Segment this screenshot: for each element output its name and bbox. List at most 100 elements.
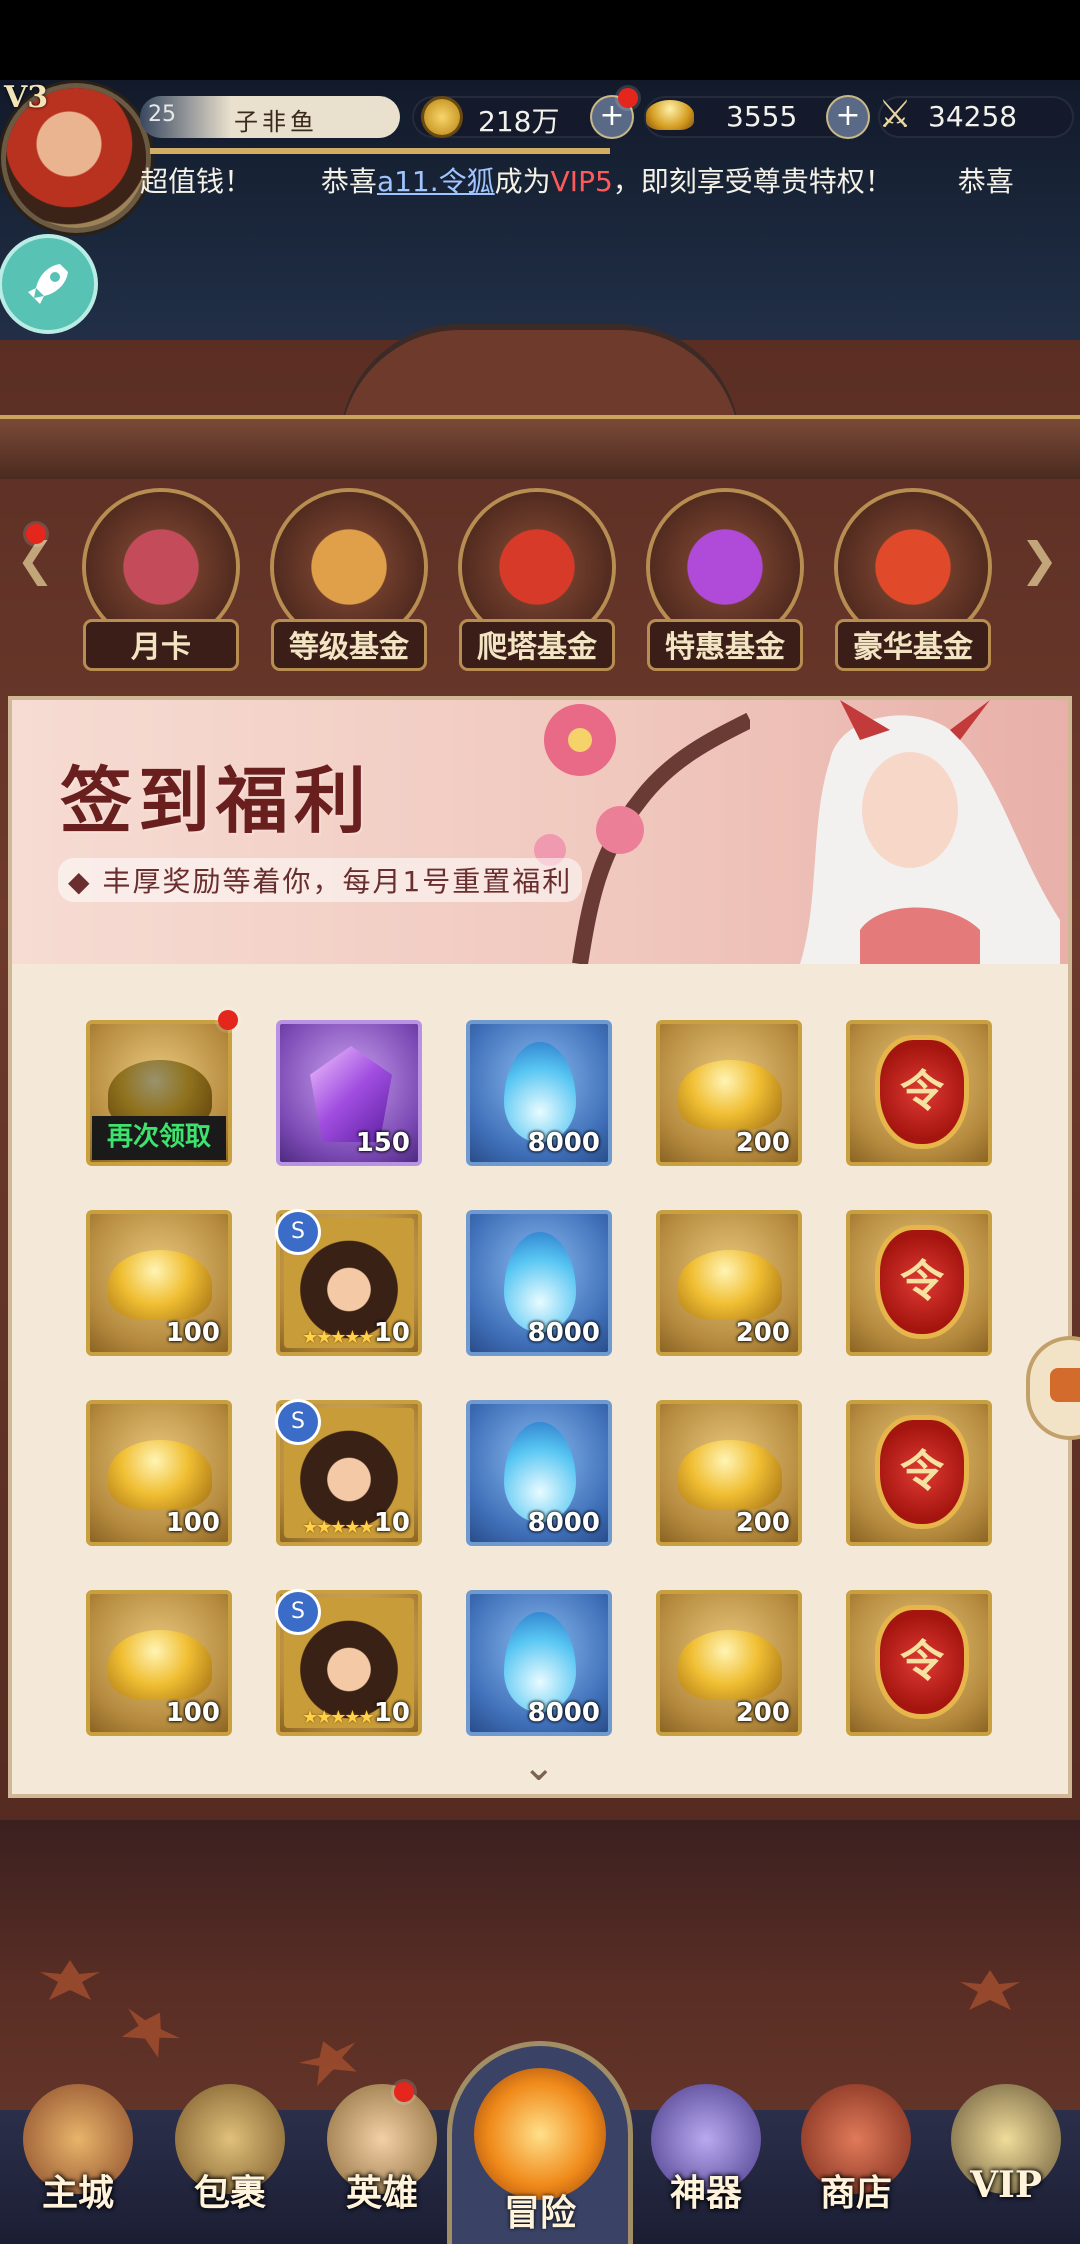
- hero-rank-badge: S: [278, 1212, 318, 1252]
- tab-special-fund[interactable]: 特惠基金: [646, 492, 804, 668]
- reward-cell[interactable]: S ★★★★★ 10: [276, 1590, 422, 1736]
- tab-label: 特惠基金: [650, 622, 800, 668]
- reward-cell[interactable]: S ★★★★★ 10: [276, 1400, 422, 1546]
- plum-blossom-illustration: [534, 704, 750, 964]
- reward-cell[interactable]: 8000: [466, 1590, 612, 1736]
- character-illustration: [800, 700, 1060, 964]
- nav-main-city[interactable]: 主城: [8, 2084, 148, 2216]
- status-bar: [0, 0, 1080, 80]
- reward-quantity: 8000: [527, 1128, 600, 1158]
- blue-flame-icon: [504, 1612, 576, 1712]
- reward-cell[interactable]: 8000: [466, 1020, 612, 1166]
- reward-quantity: 200: [735, 1318, 790, 1348]
- copper-value: 218万: [478, 105, 560, 138]
- nav-notification-dot: [394, 2082, 414, 2102]
- reward-cell[interactable]: 200: [656, 1210, 802, 1356]
- reward-cell[interactable]: S ★★★★★ 10: [276, 1210, 422, 1356]
- month-card-icon: [86, 492, 236, 642]
- power-value: 34258: [928, 100, 1018, 133]
- reward-cell[interactable]: 8000: [466, 1400, 612, 1546]
- reward-cell[interactable]: 100: [86, 1210, 232, 1356]
- tab-label: 爬塔基金: [462, 622, 612, 668]
- nav-vip[interactable]: VIP: [936, 2084, 1076, 2206]
- ticker-became: 成为: [494, 165, 551, 198]
- reward-cell[interactable]: 100: [86, 1400, 232, 1546]
- tab-luxury-fund[interactable]: 豪华基金: [834, 492, 992, 668]
- player-level: 25: [148, 102, 176, 127]
- ticker-suffix: ，即刻享受尊贵特权！: [612, 165, 893, 198]
- nav-label: 包裹: [193, 2172, 266, 2214]
- reward-cell[interactable]: 8000: [466, 1210, 612, 1356]
- command-token-icon: 令: [880, 1230, 964, 1334]
- vip-level-tag: V3: [4, 80, 49, 115]
- claim-again-button[interactable]: 再次领取: [92, 1116, 226, 1160]
- reward-quantity: 10: [373, 1508, 410, 1538]
- tab-month-card[interactable]: 月卡: [82, 492, 240, 668]
- banner-title: 签到福利: [60, 758, 373, 843]
- crossed-swords-icon: ⚔: [878, 92, 913, 136]
- scroll-down-chevron-icon[interactable]: ⌄: [522, 1744, 556, 1790]
- hero-stars: ★★★★★: [302, 1327, 375, 1348]
- frame-rail: [0, 415, 1080, 479]
- hero-rank-badge: S: [278, 1592, 318, 1632]
- hero-stars: ★★★★★: [302, 1707, 375, 1728]
- reward-quantity: 200: [735, 1128, 790, 1158]
- add-gold-button[interactable]: +: [828, 97, 868, 137]
- treasure-chest-icon: [274, 492, 424, 642]
- reward-quantity: 10: [373, 1698, 410, 1728]
- reward-cell[interactable]: 150: [276, 1020, 422, 1166]
- hero-rank-badge: S: [278, 1402, 318, 1442]
- blue-flame-icon: [504, 1232, 576, 1332]
- nav-hero[interactable]: 英雄: [312, 2084, 452, 2216]
- adventure-icon: [474, 2068, 606, 2200]
- ticker-congrats: 恭喜: [320, 165, 377, 198]
- pagoda-icon: [462, 492, 612, 642]
- reward-cell[interactable]: 100: [86, 1590, 232, 1736]
- notification-dot: [618, 88, 638, 108]
- tab-label: 月卡: [86, 622, 236, 668]
- gold-ingot-icon: [108, 1440, 212, 1510]
- tab-label: 豪华基金: [838, 622, 988, 668]
- reward-cell[interactable]: 令: [846, 1590, 992, 1736]
- tab-next-arrow[interactable]: ❯: [1020, 532, 1059, 586]
- ticker-user-link[interactable]: a11.令狐: [377, 165, 495, 198]
- nav-bag[interactable]: 包裹: [160, 2084, 300, 2216]
- gold-ingot-icon: [646, 100, 694, 130]
- reward-quantity: 8000: [527, 1508, 600, 1538]
- nav-label: VIP: [970, 2164, 1042, 2206]
- reward-cell[interactable]: 200: [656, 1400, 802, 1546]
- reward-quantity: 10: [373, 1318, 410, 1348]
- reward-cell[interactable]: 再次领取: [86, 1010, 238, 1166]
- gold-value: 3555: [726, 100, 798, 133]
- banner-subtitle-text: 丰厚奖励等着你，每月1号重置福利: [102, 865, 573, 898]
- nav-artifact[interactable]: 神器: [636, 2084, 776, 2216]
- nav-shop[interactable]: 商店: [786, 2084, 926, 2216]
- nav-label: 神器: [669, 2172, 742, 2214]
- blue-flame-icon: [504, 1422, 576, 1522]
- command-token-icon: 令: [880, 1610, 964, 1714]
- reward-cell[interactable]: 令: [846, 1210, 992, 1356]
- tab-label: 等级基金: [274, 622, 424, 668]
- gold-ingot-icon: [678, 1440, 782, 1510]
- reward-quantity: 100: [165, 1318, 220, 1348]
- reward-cell[interactable]: 200: [656, 1020, 802, 1166]
- tab-tower-fund[interactable]: 爬塔基金: [458, 492, 616, 668]
- nav-adventure[interactable]: 冒险: [452, 2046, 628, 2244]
- nav-label: 主城: [41, 2172, 114, 2214]
- reward-cell[interactable]: 令: [846, 1020, 992, 1166]
- purple-bag-icon: [650, 492, 800, 642]
- command-token-icon: 令: [880, 1040, 964, 1144]
- banner-subtitle: ◆ 丰厚奖励等着你，每月1号重置福利: [58, 858, 583, 902]
- command-token-icon: 令: [880, 1420, 964, 1524]
- tab-level-fund[interactable]: 等级基金: [270, 492, 428, 668]
- gold-ingot-icon: [678, 1630, 782, 1700]
- rocket-button[interactable]: [2, 238, 94, 330]
- reward-cell[interactable]: 令: [846, 1400, 992, 1546]
- nav-label: 冒险: [503, 2192, 576, 2234]
- copper-coin-icon: [424, 99, 460, 135]
- ticker-tail: 恭喜: [957, 165, 1014, 198]
- nav-label: 商店: [819, 2172, 892, 2214]
- reward-notification-dot: [218, 1010, 238, 1030]
- rocket-icon: [28, 264, 68, 304]
- reward-cell[interactable]: 200: [656, 1590, 802, 1736]
